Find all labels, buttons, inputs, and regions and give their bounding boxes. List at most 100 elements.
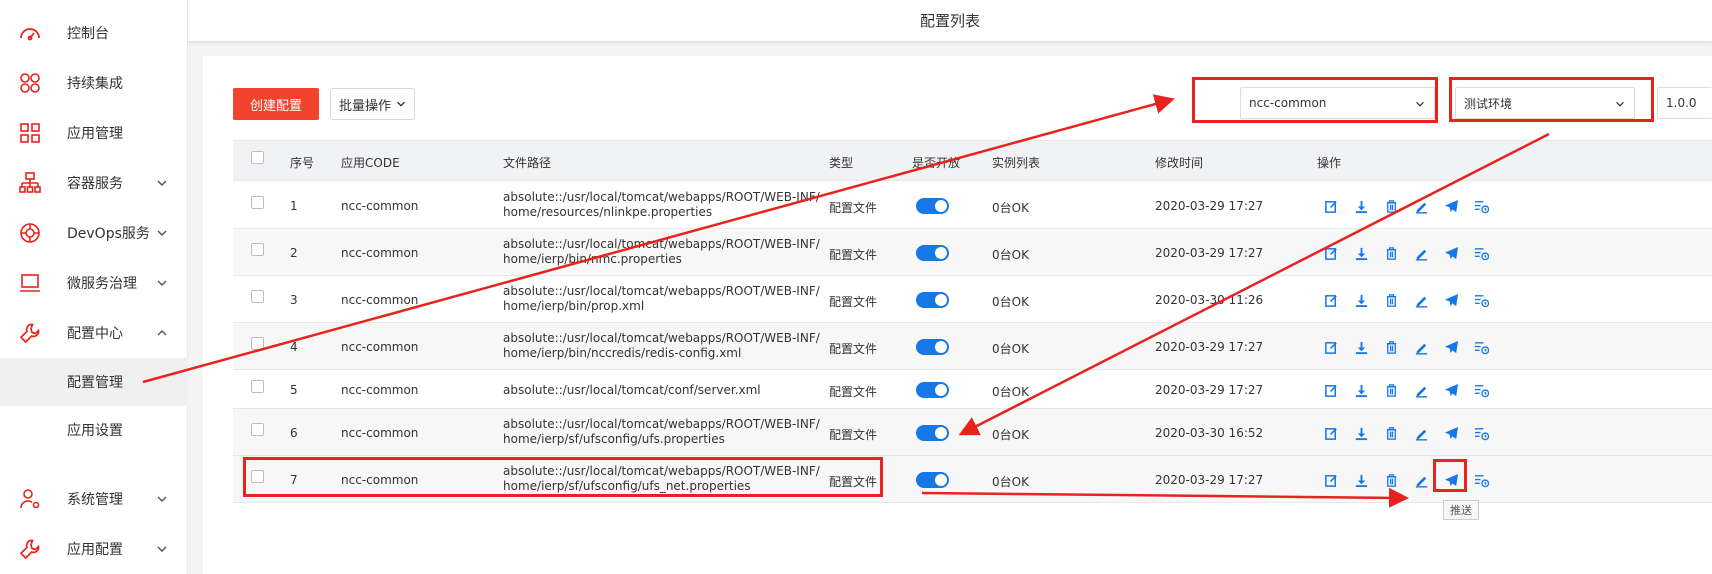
chevron-down-icon [157,180,167,187]
history-icon[interactable] [1466,424,1496,442]
sidebar-subitem-config-manage[interactable]: 配置管理 [0,358,188,406]
pencil-icon[interactable] [1406,197,1436,215]
sidebar-item-label: 持续集成 [67,76,123,92]
sidebar-item-label: 应用配置 [67,542,123,558]
table-row: 1 ncc-common absolute::/usr/local/tomcat… [233,182,1712,229]
pencil-icon[interactable] [1406,291,1436,309]
row-no: 1 [290,199,298,213]
delete-icon[interactable] [1376,381,1406,399]
open-toggle[interactable] [916,472,949,488]
history-icon[interactable] [1466,471,1496,489]
sidebar-item-microservice[interactable]: 微服务治理 [0,261,188,305]
sidebar-item-config-center[interactable]: 配置中心 [0,311,188,355]
sidebar-item-system[interactable]: 系统管理 [0,477,188,521]
open-toggle[interactable] [916,292,949,308]
delete-icon[interactable] [1376,291,1406,309]
delete-icon[interactable] [1376,338,1406,356]
history-icon[interactable] [1466,338,1496,356]
row-checkbox[interactable] [251,337,264,350]
chevron-down-icon [157,546,167,553]
row-instances: 0台OK [992,248,1029,262]
th-no: 序号 [290,156,315,170]
sidebar-item-app-config[interactable]: 应用配置 [0,527,188,571]
annotation-box-app [1192,77,1438,123]
open-toggle[interactable] [916,245,949,261]
version-select[interactable]: 1.0.0 [1657,87,1712,119]
table-row: 4 ncc-common absolute::/usr/local/tomcat… [233,323,1712,370]
create-config-button[interactable]: 创建配置 [233,88,319,120]
batch-actions-dropdown[interactable]: 批量操作 [330,88,415,120]
annotation-box-push [1433,459,1467,492]
push-icon[interactable] [1436,244,1466,262]
edit-icon[interactable] [1316,338,1346,356]
delete-icon[interactable] [1376,424,1406,442]
pencil-icon[interactable] [1406,381,1436,399]
open-toggle[interactable] [916,339,949,355]
row-actions [1316,424,1496,442]
download-icon[interactable] [1346,471,1376,489]
open-toggle[interactable] [916,382,949,398]
annotation-box-row [243,457,883,497]
open-toggle[interactable] [916,425,949,441]
th-type: 类型 [829,156,854,170]
sidebar-item-integration[interactable]: 持续集成 [0,61,188,105]
history-icon[interactable] [1466,291,1496,309]
pencil-icon[interactable] [1406,471,1436,489]
sidebar-subitem-label: 应用设置 [67,423,123,439]
select-all-checkbox[interactable] [251,151,264,164]
row-code: ncc-common [341,199,419,213]
row-actions [1316,244,1496,262]
history-icon[interactable] [1466,244,1496,262]
delete-icon[interactable] [1376,244,1406,262]
download-icon[interactable] [1346,338,1376,356]
edit-icon[interactable] [1316,244,1346,262]
row-path: absolute::/usr/local/tomcat/webapps/ROOT… [503,237,820,266]
edit-icon[interactable] [1316,291,1346,309]
row-checkbox[interactable] [251,243,264,256]
download-icon[interactable] [1346,424,1376,442]
sidebar-item-label: 控制台 [67,26,109,42]
push-icon[interactable] [1436,424,1466,442]
open-toggle[interactable] [916,198,949,214]
row-code: ncc-common [341,246,419,260]
push-icon[interactable] [1436,197,1466,215]
header: 配置列表 [188,0,1712,42]
row-time: 2020-03-30 11:26 [1155,293,1264,307]
push-icon[interactable] [1436,291,1466,309]
delete-icon[interactable] [1376,197,1406,215]
row-no: 2 [290,246,298,260]
history-icon[interactable] [1466,381,1496,399]
row-time: 2020-03-29 17:27 [1155,340,1264,354]
download-icon[interactable] [1346,291,1376,309]
download-icon[interactable] [1346,197,1376,215]
row-actions [1316,291,1496,309]
pencil-icon[interactable] [1406,244,1436,262]
edit-icon[interactable] [1316,197,1346,215]
sidebar-item-apps[interactable]: 应用管理 [0,111,188,155]
push-icon[interactable] [1436,338,1466,356]
history-icon[interactable] [1466,197,1496,215]
row-time: 2020-03-29 17:27 [1155,473,1264,487]
edit-icon[interactable] [1316,381,1346,399]
push-icon[interactable] [1436,381,1466,399]
row-instances: 0台OK [992,201,1029,215]
sidebar-item-container[interactable]: 容器服务 [0,161,188,205]
row-checkbox[interactable] [251,290,264,303]
download-icon[interactable] [1346,244,1376,262]
row-instances: 0台OK [992,385,1029,399]
pencil-icon[interactable] [1406,424,1436,442]
sidebar-item-devops[interactable]: DevOps服务 [0,211,188,255]
pencil-icon[interactable] [1406,338,1436,356]
edit-icon[interactable] [1316,424,1346,442]
edit-icon[interactable] [1316,471,1346,489]
row-checkbox[interactable] [251,196,264,209]
row-checkbox[interactable] [251,423,264,436]
sidebar-item-label: 容器服务 [67,176,123,192]
sidebar-subitem-app-settings[interactable]: 应用设置 [0,406,188,454]
download-icon[interactable] [1346,381,1376,399]
row-actions [1316,471,1496,489]
sidebar-item-dashboard[interactable]: 控制台 [0,11,188,55]
delete-icon[interactable] [1376,471,1406,489]
row-checkbox[interactable] [251,380,264,393]
row-no: 3 [290,293,298,307]
